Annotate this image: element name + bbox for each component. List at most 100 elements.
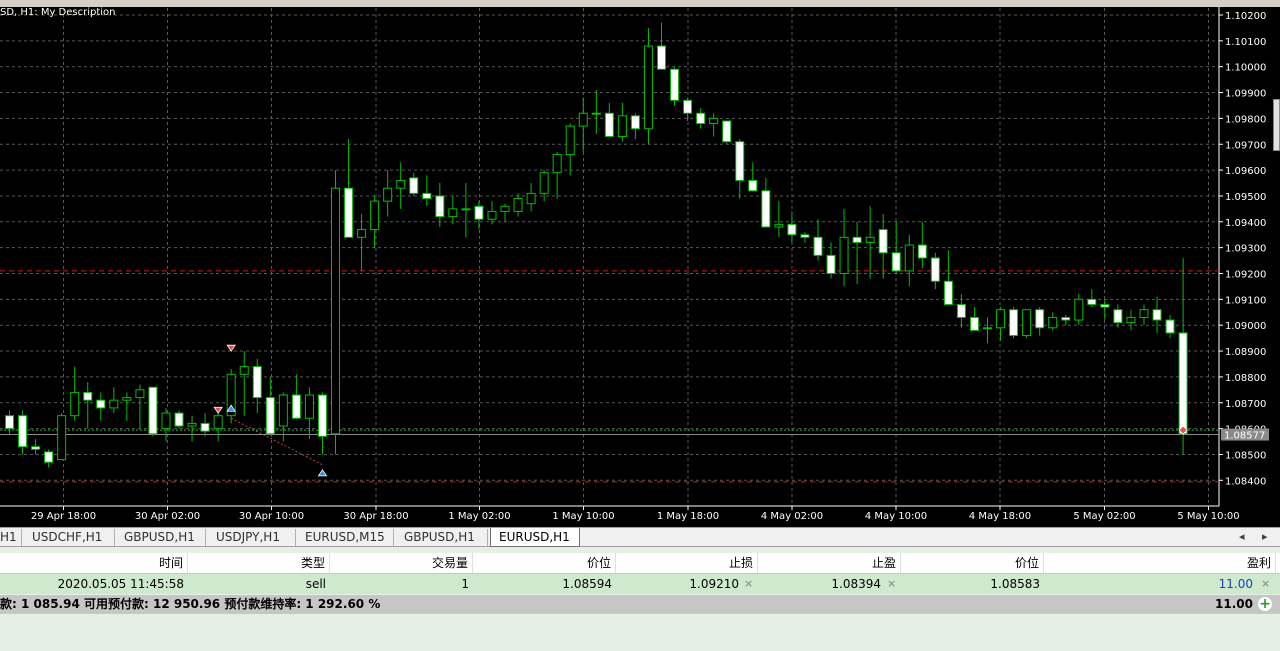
candle-bearish	[1178, 332, 1188, 435]
close-order-icon[interactable]: ×	[1261, 574, 1270, 594]
candle-bearish	[1035, 309, 1045, 329]
header-time[interactable]: 时间	[45, 553, 188, 573]
price-tick-label: 1.10000	[1225, 63, 1266, 74]
candle-bearish	[891, 252, 901, 272]
candle-bullish	[865, 236, 875, 243]
candle-bullish	[187, 422, 197, 427]
price-tick-label: 1.10200	[1225, 11, 1266, 22]
tab-eurusd-h1[interactable]: EURUSD,H1	[490, 528, 580, 547]
candle-bullish	[578, 112, 588, 127]
candle-bullish	[774, 223, 784, 228]
header-stop-loss[interactable]: 止损	[616, 553, 758, 573]
candle-bearish	[657, 45, 666, 70]
account-summary-row: 款: 1 085.94 可用预付款: 12 950.96 预付款维持率: 1 2…	[0, 595, 1280, 614]
time-tick-label: 1 May 10:00	[552, 511, 614, 522]
candle-bullish	[487, 210, 497, 220]
tab-gbpusd-h1-2[interactable]: GBPUSD,H1	[396, 529, 488, 546]
price-tick-label: 1.09900	[1225, 89, 1266, 100]
current-price-label: 1.08577	[1224, 431, 1265, 442]
candle-bullish	[1074, 298, 1084, 321]
candle-bullish	[1048, 316, 1058, 329]
candle-bullish	[135, 389, 145, 399]
order-price: 1.08594	[562, 577, 612, 591]
header-volume[interactable]: 交易量	[330, 553, 473, 573]
candle-bullish	[904, 244, 914, 272]
add-order-icon[interactable]: +	[1258, 597, 1272, 611]
order-take-profit[interactable]: 1.08394	[758, 574, 885, 594]
candle-bearish	[748, 179, 758, 192]
header-price[interactable]: 价位	[473, 553, 616, 573]
tab-usdjpy-h1[interactable]: USDJPY,H1	[208, 529, 296, 546]
tab-usdchf-h1[interactable]: USDCHF,H1	[24, 529, 115, 546]
candle-bearish	[200, 422, 210, 432]
price-tick-label: 1.09600	[1225, 166, 1266, 177]
time-tick-label: 30 Apr 10:00	[239, 511, 304, 522]
price-chart[interactable]: 1.10200 1.10100 1.10000 1.09900 1.09800 1.097…	[0, 7, 1280, 527]
candle-bearish	[344, 187, 354, 238]
candle-bearish	[696, 112, 706, 125]
header-take-profit[interactable]: 止盈	[758, 553, 901, 573]
account-summary-text: 款: 1 085.94 可用预付款: 12 950.96 预付款维持率: 1 2…	[0, 597, 381, 611]
candle-bearish	[474, 205, 484, 220]
remove-take-profit-icon[interactable]: ×	[887, 574, 896, 594]
order-type: sell	[305, 577, 326, 591]
candle-bullish	[1022, 309, 1032, 337]
header-type[interactable]: 类型	[188, 553, 330, 573]
candle-bullish	[539, 172, 549, 194]
order-current-price: 1.08583	[990, 577, 1040, 591]
time-tick-label: 1 May 02:00	[448, 511, 510, 522]
price-tick-label: 1.08800	[1225, 373, 1266, 384]
price-tick-label: 1.09300	[1225, 244, 1266, 255]
tab-eurusd-m15[interactable]: EURUSD,M15	[297, 529, 394, 546]
price-tick-label: 1.09500	[1225, 192, 1266, 203]
candle-bearish	[5, 415, 14, 430]
candle-bearish	[1113, 309, 1123, 324]
candle-bearish	[917, 244, 927, 259]
price-tick-label: 1.09000	[1225, 321, 1266, 332]
candle-bearish	[1152, 309, 1162, 321]
tab-scroll-right-icon[interactable]: ▸	[1262, 530, 1268, 543]
candle-bullish	[239, 366, 249, 375]
candle-bearish	[787, 223, 797, 236]
tab-scroll-left-icon[interactable]: ◂	[1239, 530, 1245, 543]
candle-bullish	[643, 45, 653, 130]
remove-stop-loss-icon[interactable]: ×	[744, 574, 753, 594]
candle-bullish	[448, 208, 458, 218]
candle-bearish	[956, 304, 966, 318]
order-row[interactable]: 2020.05.05 11:45:58 sell 1 1.08594 1.092…	[0, 574, 1280, 594]
candle-bearish	[31, 446, 41, 450]
tab-h1[interactable]: H1	[0, 529, 22, 546]
orders-table-header: 时间 类型 交易量 价位 止损 止盈 价位 盈利	[0, 553, 1280, 574]
price-tick-label: 1.09400	[1225, 218, 1266, 229]
chart-description: SD, H1: My Description	[0, 7, 116, 18]
candle-bearish	[735, 141, 745, 181]
candle-bearish	[604, 112, 614, 137]
time-tick-label: 4 May 18:00	[969, 511, 1031, 522]
candle-bullish	[1126, 316, 1136, 324]
price-tick-label: 1.09200	[1225, 270, 1266, 281]
candle-bearish	[683, 99, 693, 114]
candlestick-chart-svg[interactable]: 1.10200 1.10100 1.10000 1.09900 1.09800 1.097…	[0, 7, 1280, 527]
chart-background	[0, 7, 1280, 527]
candle-bearish	[96, 399, 106, 409]
candle-bearish	[83, 391, 93, 401]
candle-bearish	[174, 412, 184, 427]
candle-bearish	[291, 394, 301, 419]
tab-gbpusd-h1[interactable]: GBPUSD,H1	[116, 529, 206, 546]
candle-bearish	[722, 120, 732, 143]
candle-bullish	[122, 397, 132, 401]
candle-bearish	[813, 236, 823, 256]
order-profit: 11.00	[1218, 577, 1253, 591]
header-current-price[interactable]: 价位	[901, 553, 1044, 573]
header-profit[interactable]: 盈利	[1044, 553, 1276, 573]
candle-bullish	[526, 192, 536, 205]
candle-bearish	[252, 366, 262, 399]
candle-bullish	[500, 205, 510, 212]
order-stop-loss[interactable]: 1.09210	[616, 574, 743, 594]
price-tick-label: 1.08900	[1225, 347, 1266, 358]
candle-bullish	[1139, 309, 1149, 318]
candle-bullish	[396, 179, 406, 189]
candle-bearish	[317, 394, 327, 437]
candle-bullish	[357, 229, 367, 238]
chart-scroll-handle[interactable]	[1273, 99, 1280, 151]
